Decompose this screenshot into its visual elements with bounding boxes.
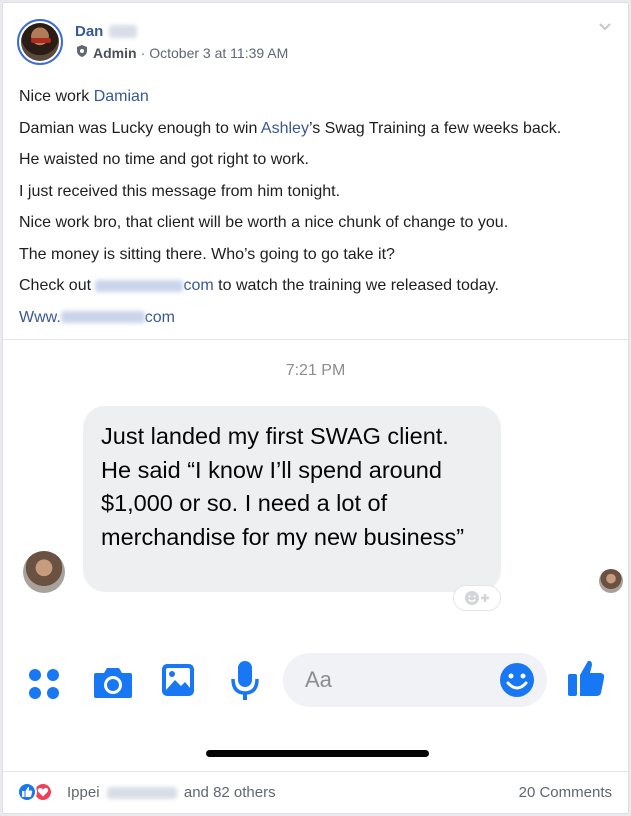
post-line-6: The money is sitting there. Who’s going …: [19, 245, 395, 263]
reaction-icons[interactable]: [17, 782, 53, 802]
meta-separator: ·: [140, 44, 146, 61]
post-line-5: Nice work bro, that client will be worth…: [19, 214, 509, 231]
author-name[interactable]: Dan: [75, 23, 103, 40]
training-link[interactable]: com: [183, 277, 213, 294]
footer-divider: [3, 771, 628, 772]
post-line-1: Nice work Damian: [19, 81, 619, 113]
read-receipt-avatar: [599, 569, 623, 593]
post-timestamp[interactable]: October 3 at 11:39 AM: [149, 45, 288, 61]
microphone-icon: [229, 659, 261, 708]
gallery-icon: [160, 662, 196, 703]
thumbs-up-icon: [565, 657, 607, 704]
apps-icon: [27, 667, 61, 706]
post-line-8: Www. com: [19, 302, 619, 334]
text-span: to watch the training we released today.: [213, 277, 499, 294]
mention-ashley[interactable]: Ashley: [261, 120, 309, 137]
reactor-first-name: Ippei: [67, 784, 100, 801]
admin-badge: Admin: [93, 44, 137, 61]
post-card: Dan Admin · October 3 at 11:39 AM Nice w…: [2, 2, 629, 814]
author-avatar[interactable]: [17, 19, 63, 65]
camera-icon: [92, 663, 134, 706]
admin-shield-icon: [75, 44, 89, 61]
chevron-down-icon[interactable]: [598, 19, 612, 35]
reactor-others: and 82 others: [183, 784, 276, 801]
website-link-prefix[interactable]: Www.: [19, 309, 61, 326]
author-row: Dan: [75, 23, 288, 40]
redacted-reactor-surname: [106, 787, 177, 800]
message-bubble: Just landed my first SWAG client. He sai…: [83, 406, 501, 592]
post-footer: Ippei and 82 others 20 Comments: [17, 782, 612, 804]
author-photo: [21, 23, 59, 61]
post-body: Nice work Damian Damian was Lucky enough…: [19, 81, 619, 333]
post-line-4: I just received this message from him to…: [19, 182, 341, 200]
redacted-domain: [95, 279, 184, 292]
text-span: ’s Swag Training a few weeks back.: [308, 119, 562, 137]
reactors-summary[interactable]: Ippei and 82 others: [67, 784, 276, 801]
post-subline: Admin · October 3 at 11:39 AM: [75, 44, 288, 61]
home-indicator: [206, 750, 429, 757]
message-input[interactable]: Aa: [283, 653, 547, 707]
redacted-last-name: [109, 25, 138, 38]
sender-avatar: [23, 551, 65, 593]
post-line-2: Damian was Lucky enough to win Ashley’s …: [19, 113, 619, 145]
post-header: Dan Admin · October 3 at 11:39 AM: [17, 19, 288, 65]
redacted-domain: [60, 311, 145, 324]
like-reaction-icon: [17, 782, 37, 802]
comments-count[interactable]: 20 Comments: [519, 784, 612, 801]
text-span: Damian was Lucky enough to win: [19, 119, 261, 137]
post-meta: Dan Admin · October 3 at 11:39 AM: [75, 23, 288, 61]
text-span: Check out: [19, 277, 96, 294]
text-span: Nice work: [19, 88, 94, 105]
post-line-3: He waisted no time and got right to work…: [19, 151, 309, 168]
message-composer: Aa: [3, 653, 628, 709]
add-reaction-icon: [453, 585, 501, 611]
emoji-icon[interactable]: [499, 662, 535, 703]
post-line-7: Check out com to watch the training we r…: [19, 270, 619, 302]
sunglasses-detail: [31, 38, 51, 43]
message-time: 7:21 PM: [285, 362, 346, 379]
website-link-suffix[interactable]: com: [145, 309, 175, 326]
messenger-screenshot[interactable]: 7:21 PM Just landed my first SWAG client…: [3, 340, 628, 768]
mention-damian[interactable]: Damian: [94, 88, 149, 105]
message-input-placeholder: Aa: [305, 667, 332, 692]
